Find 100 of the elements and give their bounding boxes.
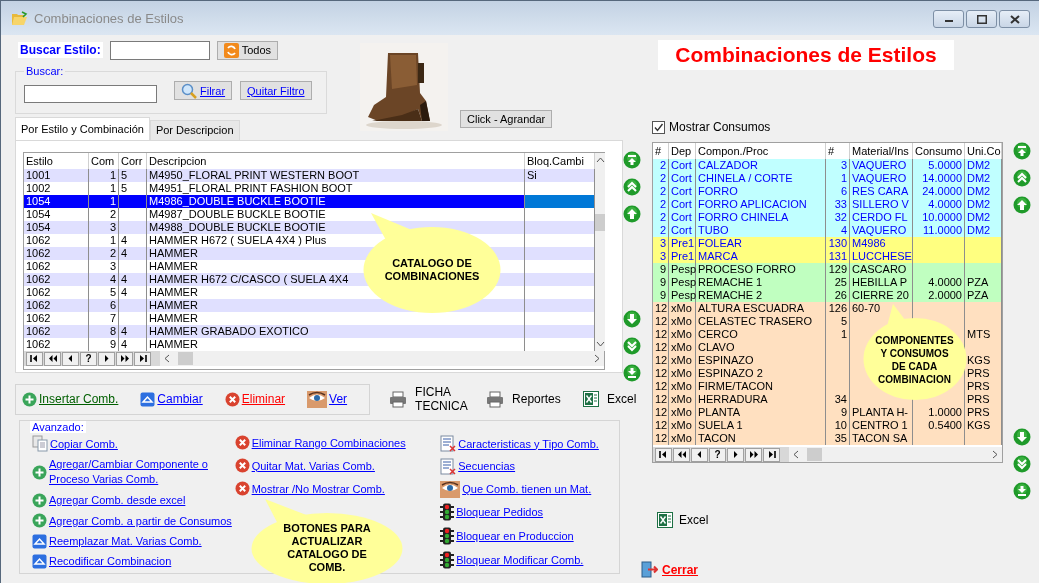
spreadsheet-icon: [583, 391, 600, 407]
action-link[interactable]: Caracteristicas y Tipo Comb.: [440, 435, 619, 452]
double-arrow-down-icon[interactable]: [623, 337, 641, 355]
search-field[interactable]: [109, 40, 210, 60]
help-button[interactable]: ?: [80, 351, 97, 366]
table-row[interactable]: 1001 1 5 M4950_FLORAL PRINT WESTERN BOOT Si: [24, 169, 595, 182]
navigation-button[interactable]: [763, 447, 780, 462]
scroll-down-icon[interactable]: [595, 341, 605, 347]
table-row[interactable]: 1062 8 4 HAMMER GRABADO EXOTICO: [24, 325, 595, 338]
table-row[interactable]: 12 xMo PLANTA 9 PLANTA H- 1.0000 PRS: [653, 406, 1002, 419]
clear-filter-button[interactable]: Quitar Filtro: [240, 81, 312, 100]
maximize-icon: [976, 14, 987, 24]
table-row[interactable]: 3 Pre1 FOLEAR 130 M4986: [653, 237, 1002, 250]
scroll-right-icon[interactable]: [594, 354, 600, 363]
arrow-to-bottom-icon[interactable]: [1013, 482, 1031, 500]
close-link[interactable]: Cerrar: [641, 561, 699, 578]
table-cell: TACON: [696, 432, 826, 445]
action-link[interactable]: Que Comb. tienen un Mat.: [440, 480, 619, 498]
table-row[interactable]: 12 xMo HERRADURA 34 PRS: [653, 393, 1002, 406]
scroll-up-icon[interactable]: [595, 157, 605, 163]
action-link[interactable]: Eliminar Rango Combinaciones: [234, 435, 441, 450]
plus-icon: [32, 513, 47, 529]
scrollbar-thumb[interactable]: [807, 448, 822, 461]
double-arrow-up-icon[interactable]: [623, 178, 641, 196]
action-link[interactable]: Agregar Comb. desde excel: [32, 492, 235, 508]
table-row[interactable]: 9 Pesp REMACHE 2 26 CIERRE 20 2.0000 PZA: [653, 289, 1002, 302]
horizontal-scrollbar[interactable]: [789, 447, 1002, 462]
navigation-button[interactable]: [44, 351, 61, 366]
action-link[interactable]: Insertar Comb.: [22, 391, 119, 407]
filter-button[interactable]: Filrar: [174, 81, 233, 100]
arrow-down-icon[interactable]: [623, 310, 641, 328]
arrow-to-bottom-icon[interactable]: [623, 364, 641, 382]
all-button[interactable]: Todos: [216, 40, 279, 60]
minimize-button[interactable]: [933, 10, 964, 28]
table-row[interactable]: 12 xMo SUELA 1 10 CENTRO 1 0.5400 KGS: [653, 419, 1002, 432]
double-arrow-up-icon[interactable]: [1013, 169, 1031, 187]
toolbar-button[interactable]: Excel: [583, 391, 637, 407]
action-link[interactable]: Ver: [307, 390, 348, 408]
table-row[interactable]: 9 Pesp PROCESO FORRO 129 CASCARO: [653, 263, 1002, 276]
double-arrow-down-icon[interactable]: [1013, 455, 1031, 473]
navigation-button[interactable]: [691, 447, 708, 462]
action-link[interactable]: Quitar Mat. Varias Comb.: [234, 458, 441, 473]
table-row[interactable]: 3 Pre1 MARCA 131 LUCCHESE: [653, 250, 1002, 263]
tab[interactable]: Por Descripcion: [149, 120, 240, 140]
navigation-button[interactable]: [134, 351, 151, 366]
table-row[interactable]: 2 Cort TUBO 4 VAQUERO 11.0000 DM2: [653, 224, 1002, 237]
filter-field[interactable]: [24, 85, 157, 103]
navigation-button[interactable]: [655, 447, 672, 462]
action-link[interactable]: Cambiar: [140, 391, 203, 407]
scroll-right-icon[interactable]: [992, 450, 998, 459]
navigation-button[interactable]: [116, 351, 133, 366]
table-row[interactable]: 12 xMo TACON 35 TACON SA: [653, 432, 1002, 445]
scroll-left-icon[interactable]: [164, 354, 170, 363]
navigation-button[interactable]: [98, 351, 115, 366]
arrow-up-icon[interactable]: [623, 205, 641, 223]
table-row[interactable]: 2 Cort FORRO APLICACION 33 SILLERO V 4.0000 DM2: [653, 198, 1002, 211]
delete-icon: [234, 435, 250, 450]
scroll-left-icon[interactable]: [793, 450, 799, 459]
action-link[interactable]: Recodificar Combinacion: [32, 553, 235, 569]
arrow-to-top-icon[interactable]: [623, 151, 641, 169]
table-row[interactable]: 1054 3 M4988_DOUBLE BUCKLE BOOTIE: [24, 221, 595, 234]
close-button[interactable]: [999, 10, 1030, 28]
enlarge-button[interactable]: Click - Agrandar: [460, 110, 553, 128]
table-row[interactable]: 1054 1 M4986_DOUBLE BUCKLE BOOTIE: [24, 195, 595, 208]
checkbox[interactable]: Mostrar Consumos: [652, 120, 1039, 134]
toolbar-button[interactable]: Reportes: [486, 390, 565, 408]
excel-button[interactable]: Excel: [657, 512, 709, 528]
maximize-button[interactable]: [966, 10, 997, 28]
navigation-button[interactable]: [745, 447, 762, 462]
action-link[interactable]: Agregar/Cambiar Componente o Proceso Varias Comb.: [32, 457, 235, 488]
help-button[interactable]: ?: [709, 447, 726, 462]
action-link[interactable]: Bloquear Modificar Comb.: [440, 551, 619, 569]
table-row[interactable]: 9 Pesp REMACHE 1 25 HEBILLA P 4.0000 PZA: [653, 276, 1002, 289]
action-link[interactable]: Bloquear Pedidos: [440, 503, 619, 522]
action-link[interactable]: Reemplazar Mat. Varias Comb.: [32, 533, 235, 549]
action-link[interactable]: Agregar Comb. a partir de Consumos: [32, 513, 235, 529]
tab[interactable]: Por Estilo y Combinación: [15, 117, 150, 140]
table-row[interactable]: 2 Cort CHINELA / CORTE 1 VAQUERO 14.0000 DM2: [653, 172, 1002, 185]
action-link[interactable]: Bloquear en Produccion: [440, 527, 619, 546]
action-link[interactable]: Copiar Comb.: [32, 435, 235, 452]
navigation-button[interactable]: [673, 447, 690, 462]
scrollbar-thumb[interactable]: [178, 352, 193, 365]
table-row[interactable]: 12 xMo ALTURA ESCUADRA 126 60-70: [653, 302, 1002, 315]
arrow-to-top-icon[interactable]: [1013, 142, 1031, 160]
horizontal-scrollbar[interactable]: [160, 351, 604, 366]
arrow-down-icon[interactable]: [1013, 428, 1031, 446]
vertical-scrollbar[interactable]: [595, 153, 605, 351]
action-link[interactable]: Secuencias: [440, 457, 619, 475]
navigation-button[interactable]: [26, 351, 43, 366]
toolbar-button[interactable]: FICHA TECNICA: [389, 385, 468, 413]
action-link[interactable]: Eliminar: [224, 391, 286, 407]
navigation-button[interactable]: [62, 351, 79, 366]
table-row[interactable]: 2 Cort FORRO 6 RES CARA 24.0000 DM2: [653, 185, 1002, 198]
table-row[interactable]: 2 Cort CALZADOR 3 VAQUERO 5.0000 DM2: [653, 159, 1002, 172]
action-link[interactable]: Mostrar /No Mostrar Comb.: [234, 481, 441, 496]
table-row[interactable]: 2 Cort FORRO CHINELA 32 CERDO FL 10.0000 DM2: [653, 211, 1002, 224]
arrow-up-icon[interactable]: [1013, 196, 1031, 214]
navigation-button[interactable]: [727, 447, 744, 462]
scrollbar-thumb[interactable]: [595, 213, 605, 231]
table-cell: 1: [89, 169, 119, 182]
